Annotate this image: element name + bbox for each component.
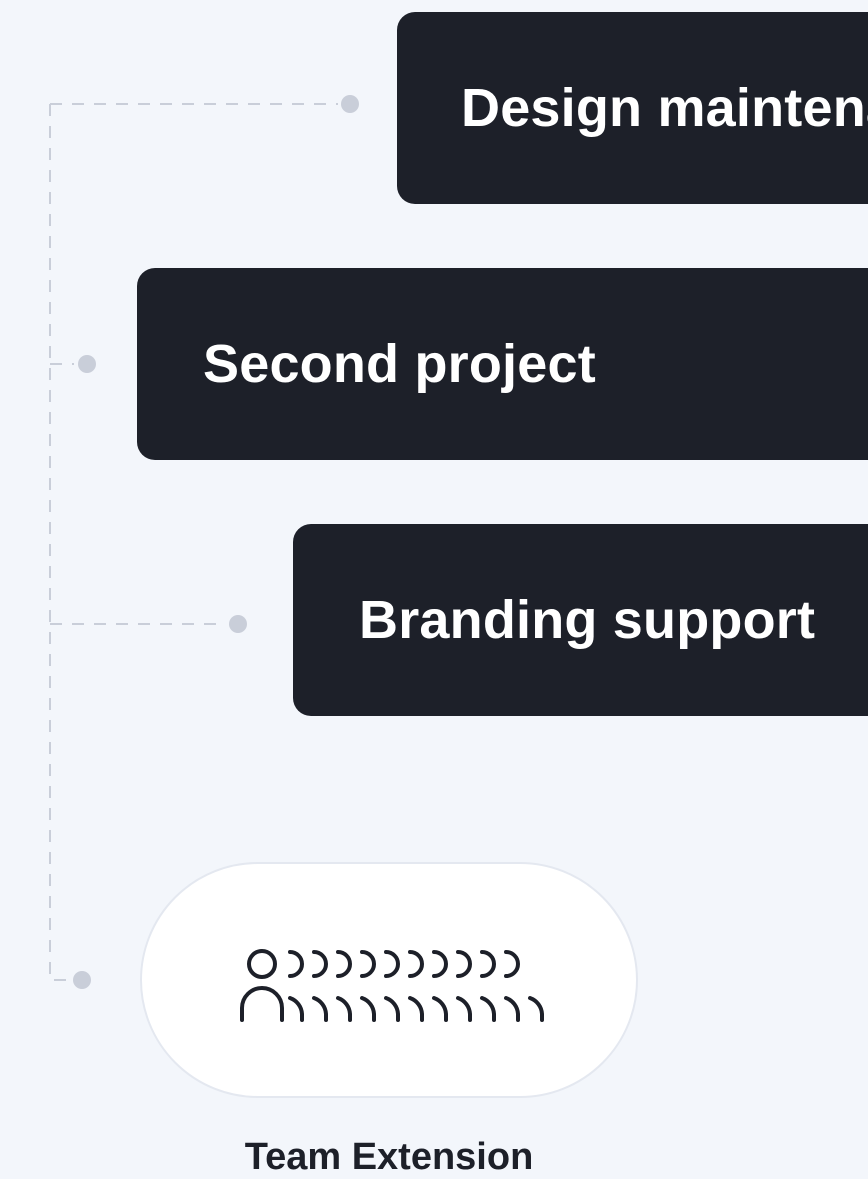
connector-dot-2 [78,355,96,373]
connector-dot-1 [341,95,359,113]
team-group-icon [240,949,544,1022]
project-card-label: Design maintenance [461,78,868,138]
team-extension-label: Team Extension [244,1136,534,1178]
connector-dot-3 [229,615,247,633]
connector-dot-4 [73,971,91,989]
team-extension-pill[interactable] [140,862,638,1098]
project-card-branding-support[interactable]: Branding support [293,524,868,716]
project-card-design-maintenance[interactable]: Design maintenance [397,12,868,204]
org-diagram: Design maintenance Second project Brandi… [0,0,868,1179]
connector-trunk [49,104,72,981]
project-card-second-project[interactable]: Second project [137,268,868,460]
project-card-label: Branding support [359,590,816,650]
project-card-label: Second project [203,334,596,394]
